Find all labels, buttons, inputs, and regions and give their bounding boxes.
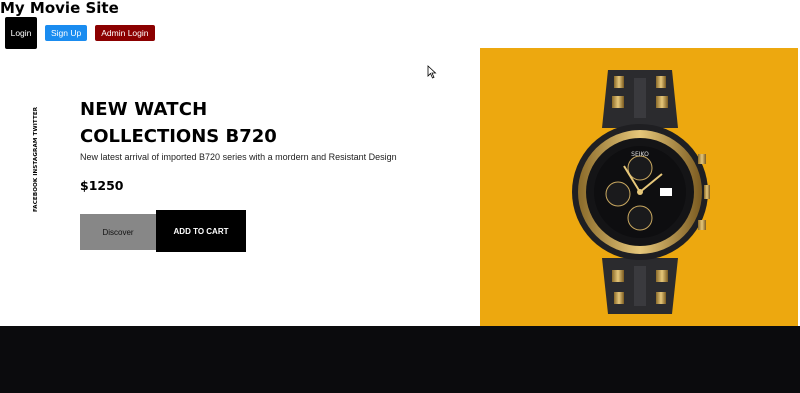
social-links: FACEBOOK INSTAGRAM TWITTER [33,107,39,212]
facebook-link[interactable]: FACEBOOK [33,178,39,212]
signup-button[interactable]: Sign Up [45,25,88,41]
admin-login-button[interactable]: Admin Login [95,25,155,41]
site-title: My Movie Site [0,0,119,17]
product-price: $1250 [80,178,124,193]
wristwatch-icon: SEIKO [572,70,710,314]
add-to-cart-button[interactable]: ADD TO CART [156,210,246,252]
instagram-link[interactable]: INSTAGRAM [33,137,39,175]
footer-band [0,326,800,393]
hero-description: New latest arrival of imported B720 seri… [80,152,397,162]
mouse-cursor-icon [427,65,437,79]
hero-title: NEW WATCH [80,99,208,120]
product-image-panel: SEIKO [480,48,798,326]
dial-brand-text: SEIKO [631,151,649,158]
auth-bar: Login Sign Up Admin Login [5,17,155,49]
discover-button[interactable]: Discover [80,214,156,250]
hero-subtitle: COLLECTIONS B720 [80,126,277,147]
twitter-link[interactable]: TWITTER [33,107,39,136]
login-button[interactable]: Login [5,17,37,49]
